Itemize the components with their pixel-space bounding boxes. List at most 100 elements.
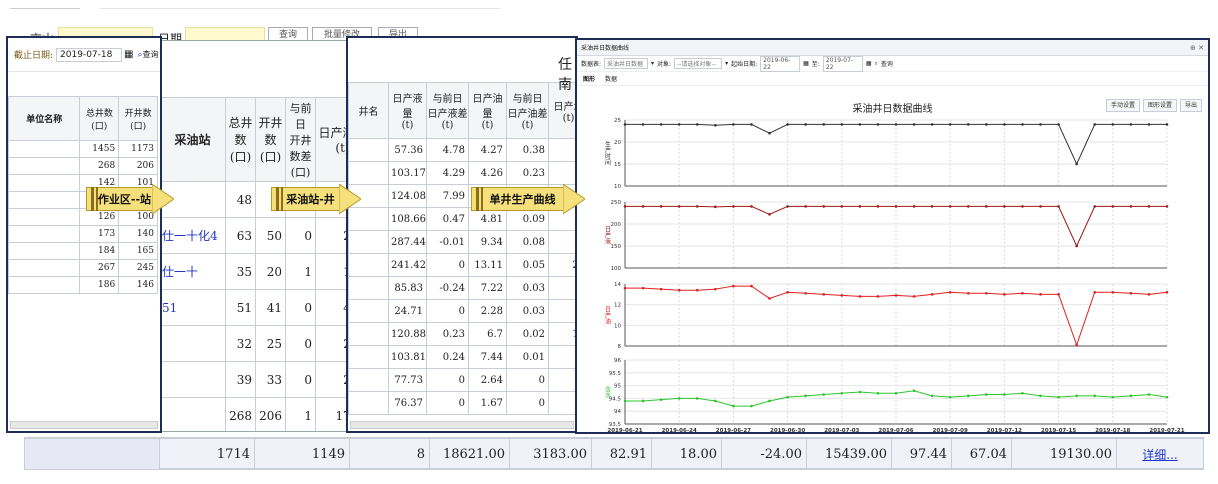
data-point[interactable]: [858, 295, 862, 298]
well-row[interactable]: 24.7102.280.032: [348, 299, 576, 323]
data-point[interactable]: [840, 205, 844, 208]
pin-icon[interactable]: ⊕: [1190, 44, 1196, 52]
area-cell[interactable]: [8, 174, 81, 192]
data-point[interactable]: [876, 205, 880, 208]
data-point[interactable]: [641, 399, 645, 403]
data-point[interactable]: [912, 205, 916, 208]
data-point[interactable]: [1129, 123, 1133, 126]
data-point[interactable]: [1075, 343, 1078, 347]
data-point[interactable]: [1093, 290, 1097, 294]
data-point[interactable]: [876, 295, 880, 298]
well-scrollbar[interactable]: [350, 421, 574, 429]
data-point[interactable]: [1039, 123, 1042, 126]
tab-graph[interactable]: 图形: [583, 74, 595, 83]
station-row[interactable]: 5151410418: [159, 289, 352, 326]
area-cell[interactable]: [8, 225, 81, 243]
data-point[interactable]: [894, 205, 898, 208]
data-point[interactable]: [894, 294, 898, 297]
chevron-down-icon[interactable]: ▾: [651, 60, 654, 67]
data-point[interactable]: [930, 394, 934, 398]
data-point[interactable]: [1057, 123, 1060, 126]
well-cell[interactable]: [348, 138, 389, 162]
data-point[interactable]: [1039, 293, 1042, 296]
data-point[interactable]: [1165, 395, 1169, 399]
area-cell[interactable]: [8, 276, 81, 294]
area-row[interactable]: 267 245: [8, 259, 158, 277]
query-button[interactable]: 查询: [881, 59, 893, 68]
data-point[interactable]: [695, 205, 699, 208]
data-point[interactable]: [786, 123, 789, 126]
station-row[interactable]: 32250209: [159, 325, 352, 362]
well-row[interactable]: 76.37 0 1.67 0: [348, 391, 576, 415]
calendar-icon[interactable]: ▦: [866, 60, 872, 67]
data-point[interactable]: [804, 394, 807, 398]
data-point[interactable]: [1111, 395, 1115, 399]
data-point[interactable]: [659, 398, 663, 401]
area-cell[interactable]: [8, 140, 81, 158]
data-point[interactable]: [768, 399, 771, 403]
data-point[interactable]: [1129, 292, 1133, 295]
data-point[interactable]: [1003, 205, 1006, 208]
data-point[interactable]: [840, 294, 844, 297]
data-point[interactable]: [677, 205, 681, 208]
station-cell[interactable]: [159, 397, 226, 431]
well-row[interactable]: 77.7302.6407: [348, 368, 576, 392]
data-point[interactable]: [804, 123, 807, 126]
data-point[interactable]: [1075, 162, 1078, 166]
well-row[interactable]: 103.810.247.440.019: [348, 345, 576, 369]
data-point[interactable]: [623, 123, 627, 126]
area-cell[interactable]: [8, 208, 81, 226]
data-point[interactable]: [804, 292, 807, 295]
data-point[interactable]: [695, 397, 699, 400]
station-row[interactable]: 仕一十35201172: [159, 253, 352, 290]
station-cell[interactable]: [159, 361, 226, 398]
area-row[interactable]: 184 165: [8, 242, 158, 260]
data-point[interactable]: [641, 286, 645, 290]
data-point[interactable]: [930, 205, 934, 208]
data-point[interactable]: [1021, 391, 1024, 395]
data-point[interactable]: [822, 393, 826, 396]
data-point[interactable]: [1075, 394, 1078, 398]
data-point[interactable]: [948, 290, 952, 294]
data-point[interactable]: [876, 123, 880, 126]
data-point[interactable]: [840, 123, 844, 126]
data-point[interactable]: [750, 404, 753, 408]
well-cell[interactable]: [348, 299, 389, 323]
data-point[interactable]: [1129, 205, 1133, 208]
data-point[interactable]: [732, 205, 735, 208]
data-point[interactable]: [948, 395, 952, 399]
data-point[interactable]: [912, 389, 916, 393]
well-row[interactable]: 287.44-0.019.340.082: [348, 230, 576, 254]
well-row[interactable]: 85.83-0.247.220.037: [348, 276, 576, 300]
data-point[interactable]: [641, 205, 645, 208]
data-point[interactable]: [1129, 394, 1133, 398]
data-point[interactable]: [894, 123, 898, 126]
data-point[interactable]: [1021, 205, 1024, 208]
data-point[interactable]: [1165, 205, 1169, 208]
data-point[interactable]: [1057, 293, 1060, 296]
data-point[interactable]: [1147, 293, 1151, 296]
data-point[interactable]: [750, 284, 753, 288]
data-point[interactable]: [695, 288, 699, 292]
data-point[interactable]: [894, 391, 898, 395]
area-row[interactable]: 173 140: [8, 225, 158, 243]
data-point[interactable]: [822, 123, 826, 126]
well-cell[interactable]: [348, 253, 389, 277]
data-point[interactable]: [1003, 123, 1006, 126]
data-point[interactable]: [948, 205, 952, 208]
area-scrollbar[interactable]: [10, 421, 158, 429]
data-point[interactable]: [1093, 123, 1097, 126]
well-cell[interactable]: [348, 322, 389, 346]
data-point[interactable]: [1093, 394, 1097, 398]
data-point[interactable]: [1165, 123, 1169, 126]
data-point[interactable]: [1111, 123, 1115, 126]
data-point[interactable]: [858, 123, 862, 126]
chevron-down-icon[interactable]: ▾: [725, 60, 728, 67]
data-point[interactable]: [659, 205, 663, 208]
calendar-icon[interactable]: ▦: [124, 49, 133, 60]
object-select[interactable]: --请选择对象--: [674, 58, 723, 69]
start-date-input[interactable]: 2019-06-22: [760, 55, 801, 72]
data-point[interactable]: [1057, 395, 1060, 399]
data-point[interactable]: [623, 399, 627, 403]
data-point[interactable]: [677, 397, 681, 400]
